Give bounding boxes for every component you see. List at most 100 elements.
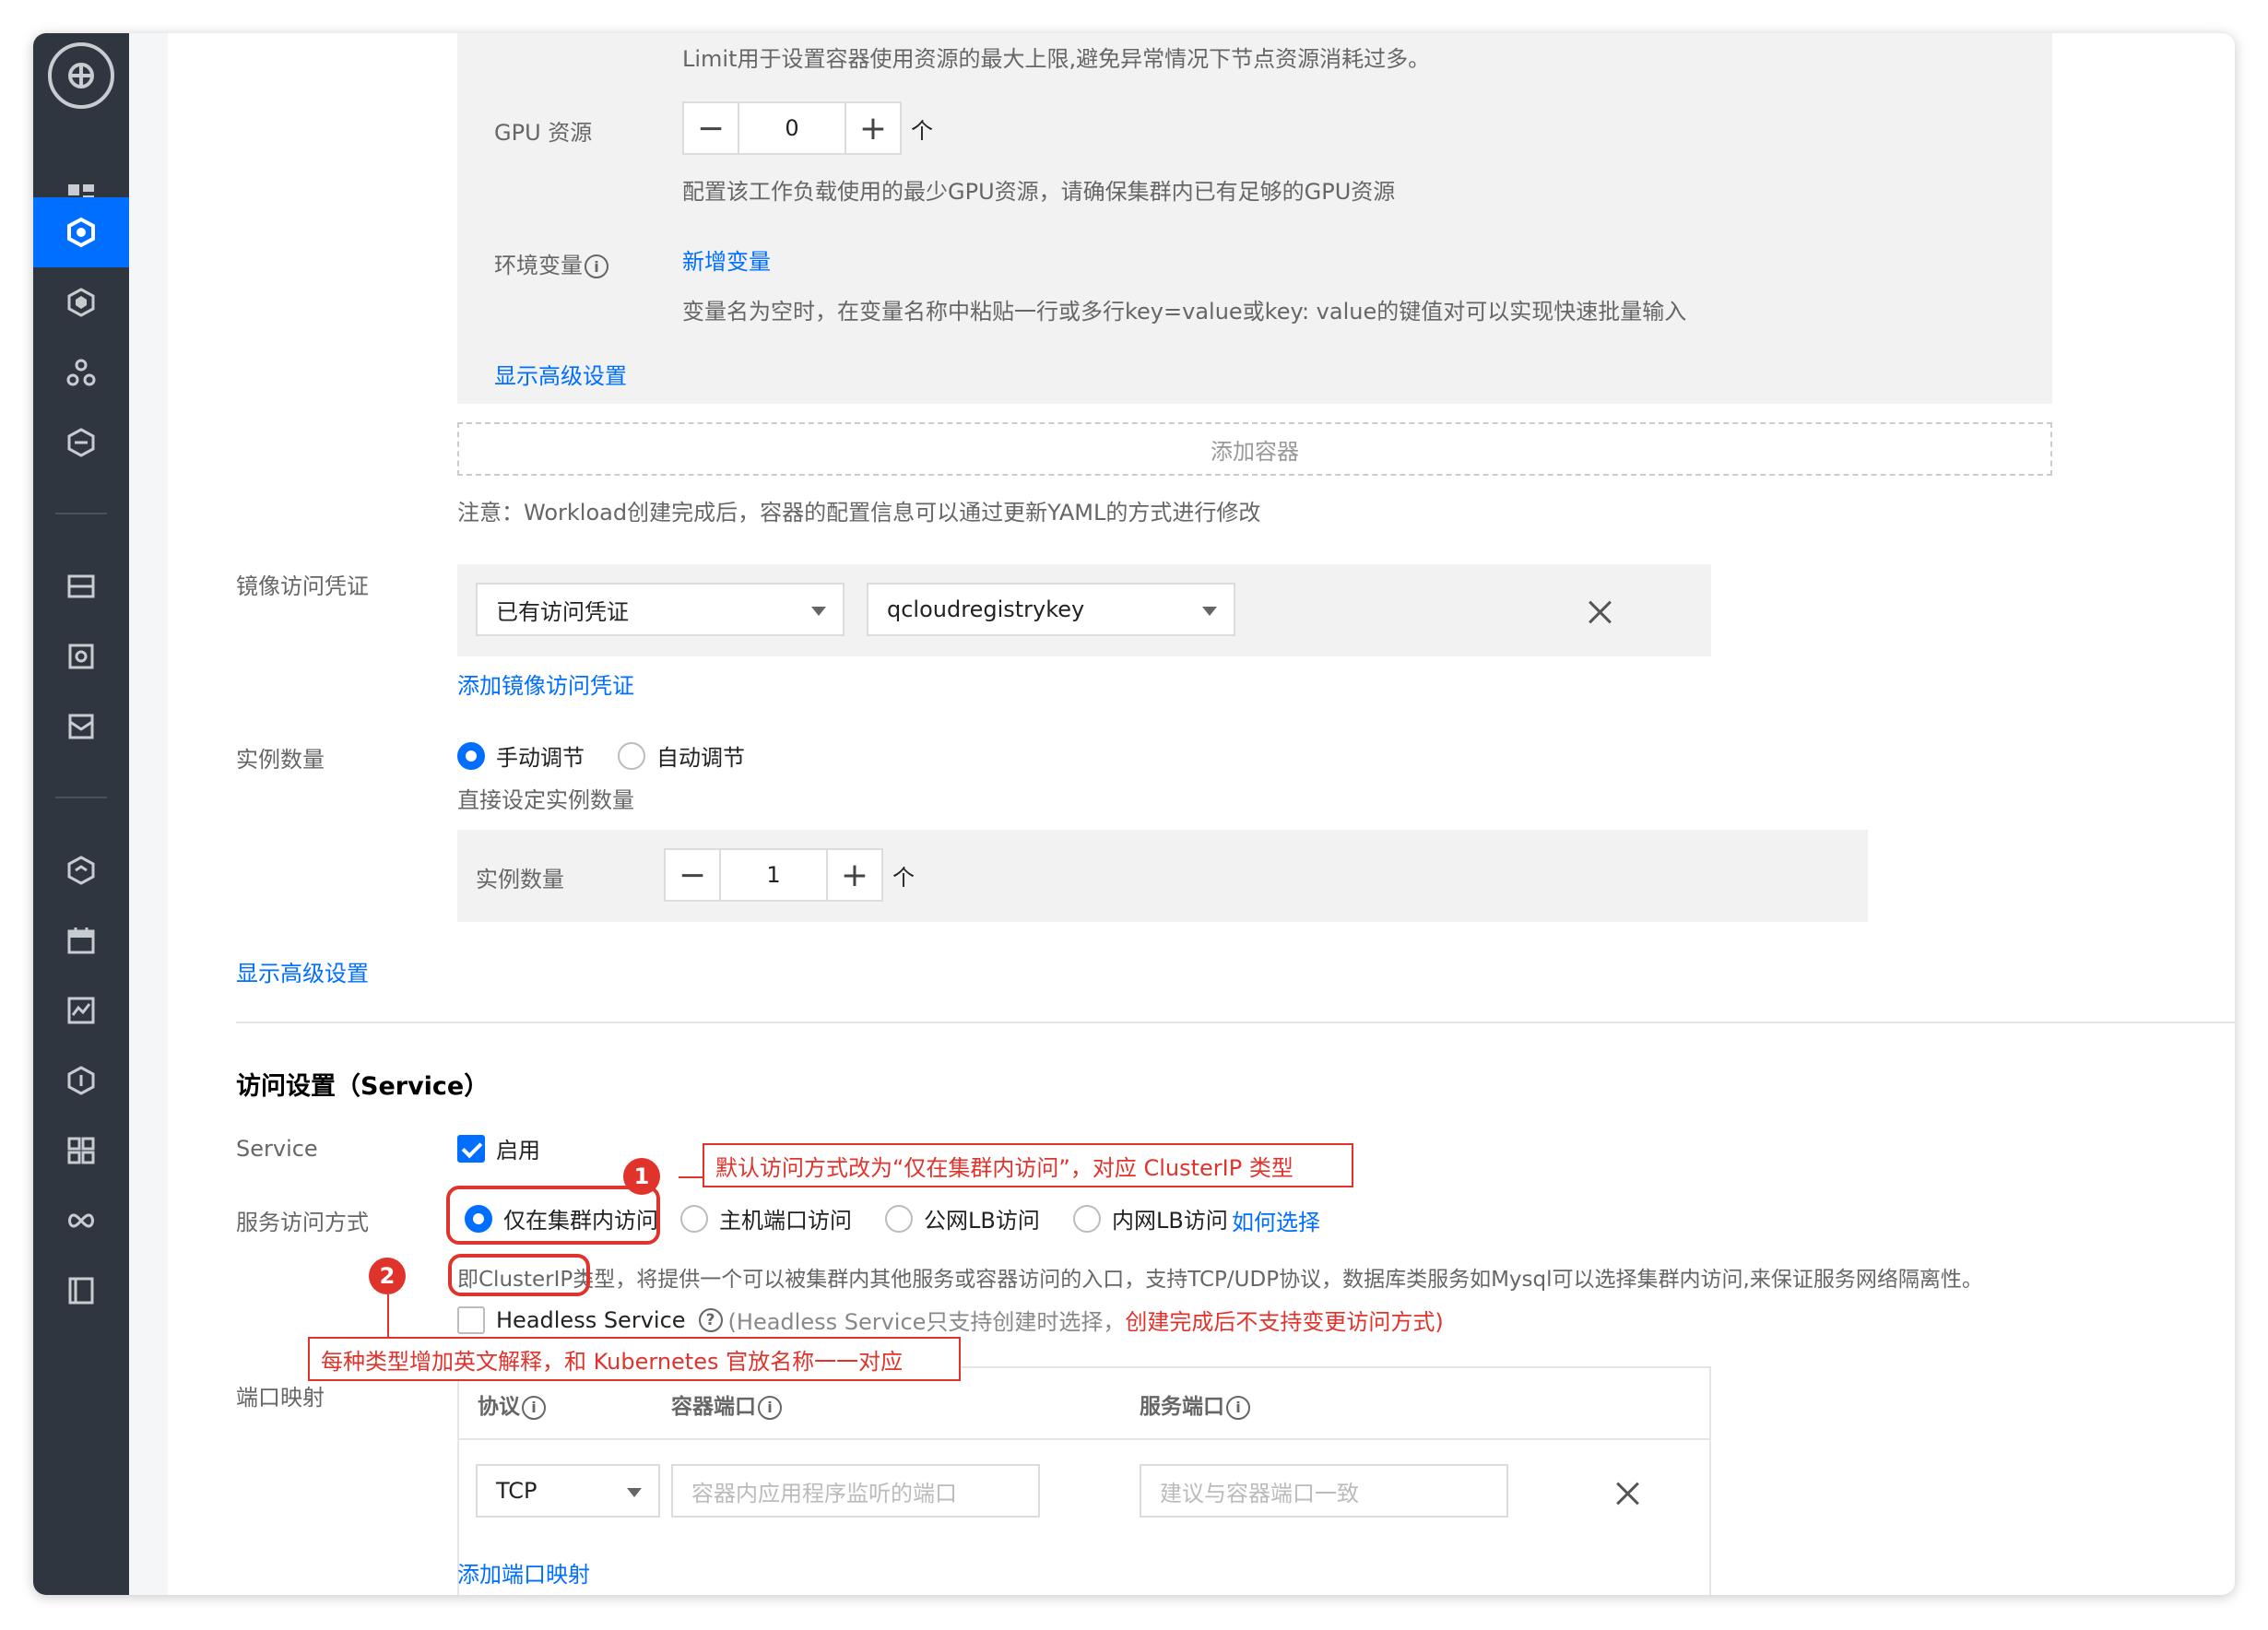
app-window: Limit用于设置容器使用资源的最大上限,避免异常情况下节点资源消耗过多。 GP… bbox=[33, 33, 2235, 1595]
registry-select-type[interactable]: 已有访问凭证 bbox=[476, 583, 845, 636]
container-advanced-link[interactable]: 显示高级设置 bbox=[494, 358, 627, 390]
access-description-rest: 将提供一个可以被集群内其他服务或容器访问的入口，支持TCP/UDP协议，数据库类… bbox=[636, 1268, 1983, 1292]
add-variable-link[interactable]: 新增变量 bbox=[682, 243, 771, 276]
access-description: 即ClusterIP类型，将提供一个可以被集群内其他服务或容器访问的入口，支持T… bbox=[457, 1261, 1983, 1293]
access-option-public-lb[interactable]: 公网LB访问 bbox=[885, 1202, 1040, 1234]
protocol-select-value: TCP bbox=[496, 1478, 537, 1504]
gpu-minus-button[interactable]: − bbox=[684, 103, 738, 153]
chevron-down-icon bbox=[811, 607, 826, 616]
annotation-highlight-clusterip bbox=[448, 1254, 590, 1296]
radio-manual-label: 手动调节 bbox=[496, 745, 585, 771]
registry-select-key[interactable]: qcloudregistrykey bbox=[867, 583, 1235, 636]
col-protocol: 协议 i bbox=[478, 1388, 546, 1420]
remove-port-icon[interactable] bbox=[1612, 1477, 1645, 1510]
helm-icon[interactable] bbox=[33, 337, 129, 408]
headless-label: Headless Service bbox=[496, 1306, 686, 1333]
instances-minus-button[interactable]: − bbox=[666, 850, 719, 900]
gpu-stepper[interactable]: − 0 + bbox=[682, 101, 902, 155]
monitor-icon[interactable] bbox=[33, 975, 129, 1045]
access-option-hostport[interactable]: 主机端口访问 bbox=[680, 1202, 852, 1234]
remove-registry-icon[interactable] bbox=[1584, 596, 1617, 629]
annotation-badge-1: 1 bbox=[623, 1158, 660, 1195]
service-section-title: 访问设置（Service） bbox=[236, 1072, 490, 1101]
registry-select-key-value: qcloudregistrykey bbox=[887, 596, 1085, 622]
checkbox-checked-icon[interactable] bbox=[457, 1134, 485, 1163]
ops-icon[interactable] bbox=[33, 835, 129, 905]
service-label: Service bbox=[236, 1136, 318, 1162]
radio-unchecked-icon[interactable] bbox=[885, 1204, 913, 1233]
col-container-port: 容器端口 i bbox=[671, 1388, 782, 1420]
access-option-internal-lb-label: 内网LB访问 bbox=[1112, 1208, 1228, 1234]
service-port-input[interactable]: 建议与容器端口一致 bbox=[1140, 1464, 1508, 1518]
registry-select-type-value: 已有访问凭证 bbox=[496, 598, 629, 625]
log-icon[interactable] bbox=[33, 1256, 129, 1326]
chevron-down-icon bbox=[1202, 607, 1217, 616]
env-note: 变量名为空时，在变量名称中粘贴一行或多行key=value或key: value… bbox=[682, 299, 1687, 325]
access-option-internal-lb[interactable]: 内网LB访问 bbox=[1073, 1202, 1228, 1234]
gpu-unit: 个 bbox=[911, 118, 933, 144]
apps-icon[interactable] bbox=[33, 1116, 129, 1186]
port-mapping-label: 端口映射 bbox=[236, 1385, 325, 1411]
sidebar-divider bbox=[55, 797, 107, 798]
gpu-value[interactable]: 0 bbox=[738, 103, 846, 153]
annotation-highlight-cluster bbox=[446, 1186, 660, 1245]
env-label-row: 环境变量 i bbox=[494, 247, 608, 279]
gpu-label: GPU 资源 bbox=[494, 120, 593, 146]
annotation-note-1: 默认访问方式改为“仅在集群内访问”，对应 ClusterIP 类型 bbox=[703, 1143, 1353, 1187]
checkbox-unchecked-icon[interactable] bbox=[457, 1305, 485, 1334]
gpu-plus-button[interactable]: + bbox=[846, 103, 900, 153]
instances-plus-button[interactable]: + bbox=[828, 850, 881, 900]
logo-icon[interactable] bbox=[48, 42, 114, 109]
radio-auto-label: 自动调节 bbox=[656, 745, 745, 771]
add-container-button[interactable]: 添加容器 bbox=[457, 422, 2052, 476]
section-divider bbox=[236, 1022, 2235, 1023]
add-port-mapping-link[interactable]: 添加端口映射 bbox=[457, 1556, 590, 1589]
instances-note: 直接设定实例数量 bbox=[457, 787, 634, 813]
service-enable-label: 启用 bbox=[496, 1138, 540, 1163]
col-protocol-label: 协议 bbox=[478, 1395, 520, 1419]
mesh-icon[interactable] bbox=[33, 408, 129, 478]
image-icon[interactable] bbox=[33, 551, 129, 621]
help-icon[interactable]: ? bbox=[698, 1307, 723, 1332]
add-registry-link[interactable]: 添加镜像访问凭证 bbox=[457, 667, 634, 700]
storage-icon[interactable] bbox=[33, 691, 129, 762]
annotation-note-2: 每种类型增加英文解释，和 Kubernetes 官放名称一一对应 bbox=[308, 1337, 961, 1381]
info-icon[interactable]: i bbox=[585, 254, 608, 278]
how-to-choose-link[interactable]: 如何选择 bbox=[1232, 1204, 1320, 1236]
calendar-icon[interactable] bbox=[33, 905, 129, 975]
radio-checked-icon[interactable] bbox=[457, 741, 485, 770]
headless-note: (Headless Service只支持创建时选择， bbox=[727, 1309, 1126, 1335]
instances-inner-label: 实例数量 bbox=[476, 867, 564, 892]
radio-unchecked-icon[interactable] bbox=[680, 1204, 708, 1233]
radio-auto[interactable]: 自动调节 bbox=[618, 739, 745, 772]
security-icon[interactable] bbox=[33, 1045, 129, 1116]
instances-stepper[interactable]: − 1 + bbox=[664, 848, 883, 902]
radio-manual[interactable]: 手动调节 bbox=[457, 739, 585, 772]
main-content: Limit用于设置容器使用资源的最大上限,避免异常情况下节点资源消耗过多。 GP… bbox=[129, 33, 2235, 1595]
container-port-input[interactable]: 容器内应用程序监听的端口 bbox=[671, 1464, 1040, 1518]
col-service-port-label: 服务端口 bbox=[1140, 1395, 1224, 1419]
annotation-badge-2: 2 bbox=[369, 1258, 406, 1294]
infinity-icon[interactable] bbox=[33, 1186, 129, 1256]
info-icon[interactable]: i bbox=[758, 1395, 782, 1420]
protocol-select[interactable]: TCP bbox=[476, 1464, 660, 1518]
instances-value[interactable]: 1 bbox=[719, 850, 828, 900]
info-icon[interactable]: i bbox=[522, 1395, 546, 1420]
access-option-hostport-label: 主机端口访问 bbox=[719, 1208, 852, 1234]
cluster-icon[interactable] bbox=[33, 267, 129, 337]
instances-label: 实例数量 bbox=[236, 747, 325, 773]
headless-checkbox[interactable]: Headless Service ? (Headless Service只支持创… bbox=[457, 1304, 1444, 1336]
registry-label: 镜像访问凭证 bbox=[236, 573, 369, 599]
col-container-port-label: 容器端口 bbox=[671, 1395, 756, 1419]
instances-advanced-link[interactable]: 显示高级设置 bbox=[236, 955, 369, 987]
access-label: 服务访问方式 bbox=[236, 1210, 369, 1235]
service-enable-checkbox[interactable]: 启用 bbox=[457, 1132, 540, 1164]
workload-icon[interactable] bbox=[33, 197, 129, 267]
radio-unchecked-icon[interactable] bbox=[618, 741, 645, 770]
access-option-public-lb-label: 公网LB访问 bbox=[924, 1208, 1040, 1234]
radio-unchecked-icon[interactable] bbox=[1073, 1204, 1101, 1233]
env-label: 环境变量 bbox=[494, 253, 583, 278]
sidebar bbox=[33, 33, 129, 1595]
info-icon[interactable]: i bbox=[1226, 1395, 1250, 1420]
registry-icon[interactable] bbox=[33, 621, 129, 691]
